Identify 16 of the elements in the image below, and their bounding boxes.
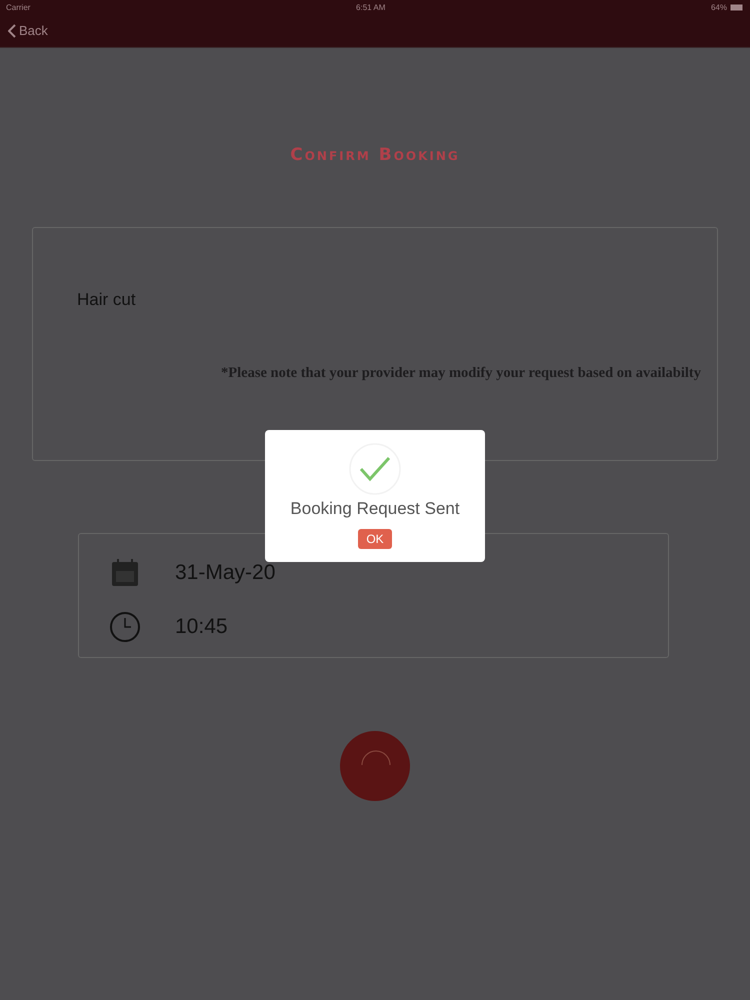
calendar-icon (109, 556, 141, 588)
page-title: Confirm Booking (289, 145, 461, 165)
battery-percentage: 64% (710, 2, 727, 12)
status-time: 6:51 AM (356, 2, 386, 12)
booking-date: 31-May-20 (175, 560, 276, 584)
loading-button[interactable] (340, 731, 410, 801)
booking-time: 10:45 (175, 614, 228, 638)
ok-button[interactable]: OK (358, 529, 392, 549)
carrier-label: Carrier (6, 2, 30, 12)
dialog-message: Booking Request Sent (290, 499, 460, 519)
clock-icon (109, 610, 141, 642)
back-button[interactable]: Back (8, 23, 48, 38)
back-chevron-icon (8, 24, 16, 38)
service-name: Hair cut (77, 290, 137, 310)
checkmark-icon (349, 443, 401, 495)
battery-icon (730, 4, 744, 10)
